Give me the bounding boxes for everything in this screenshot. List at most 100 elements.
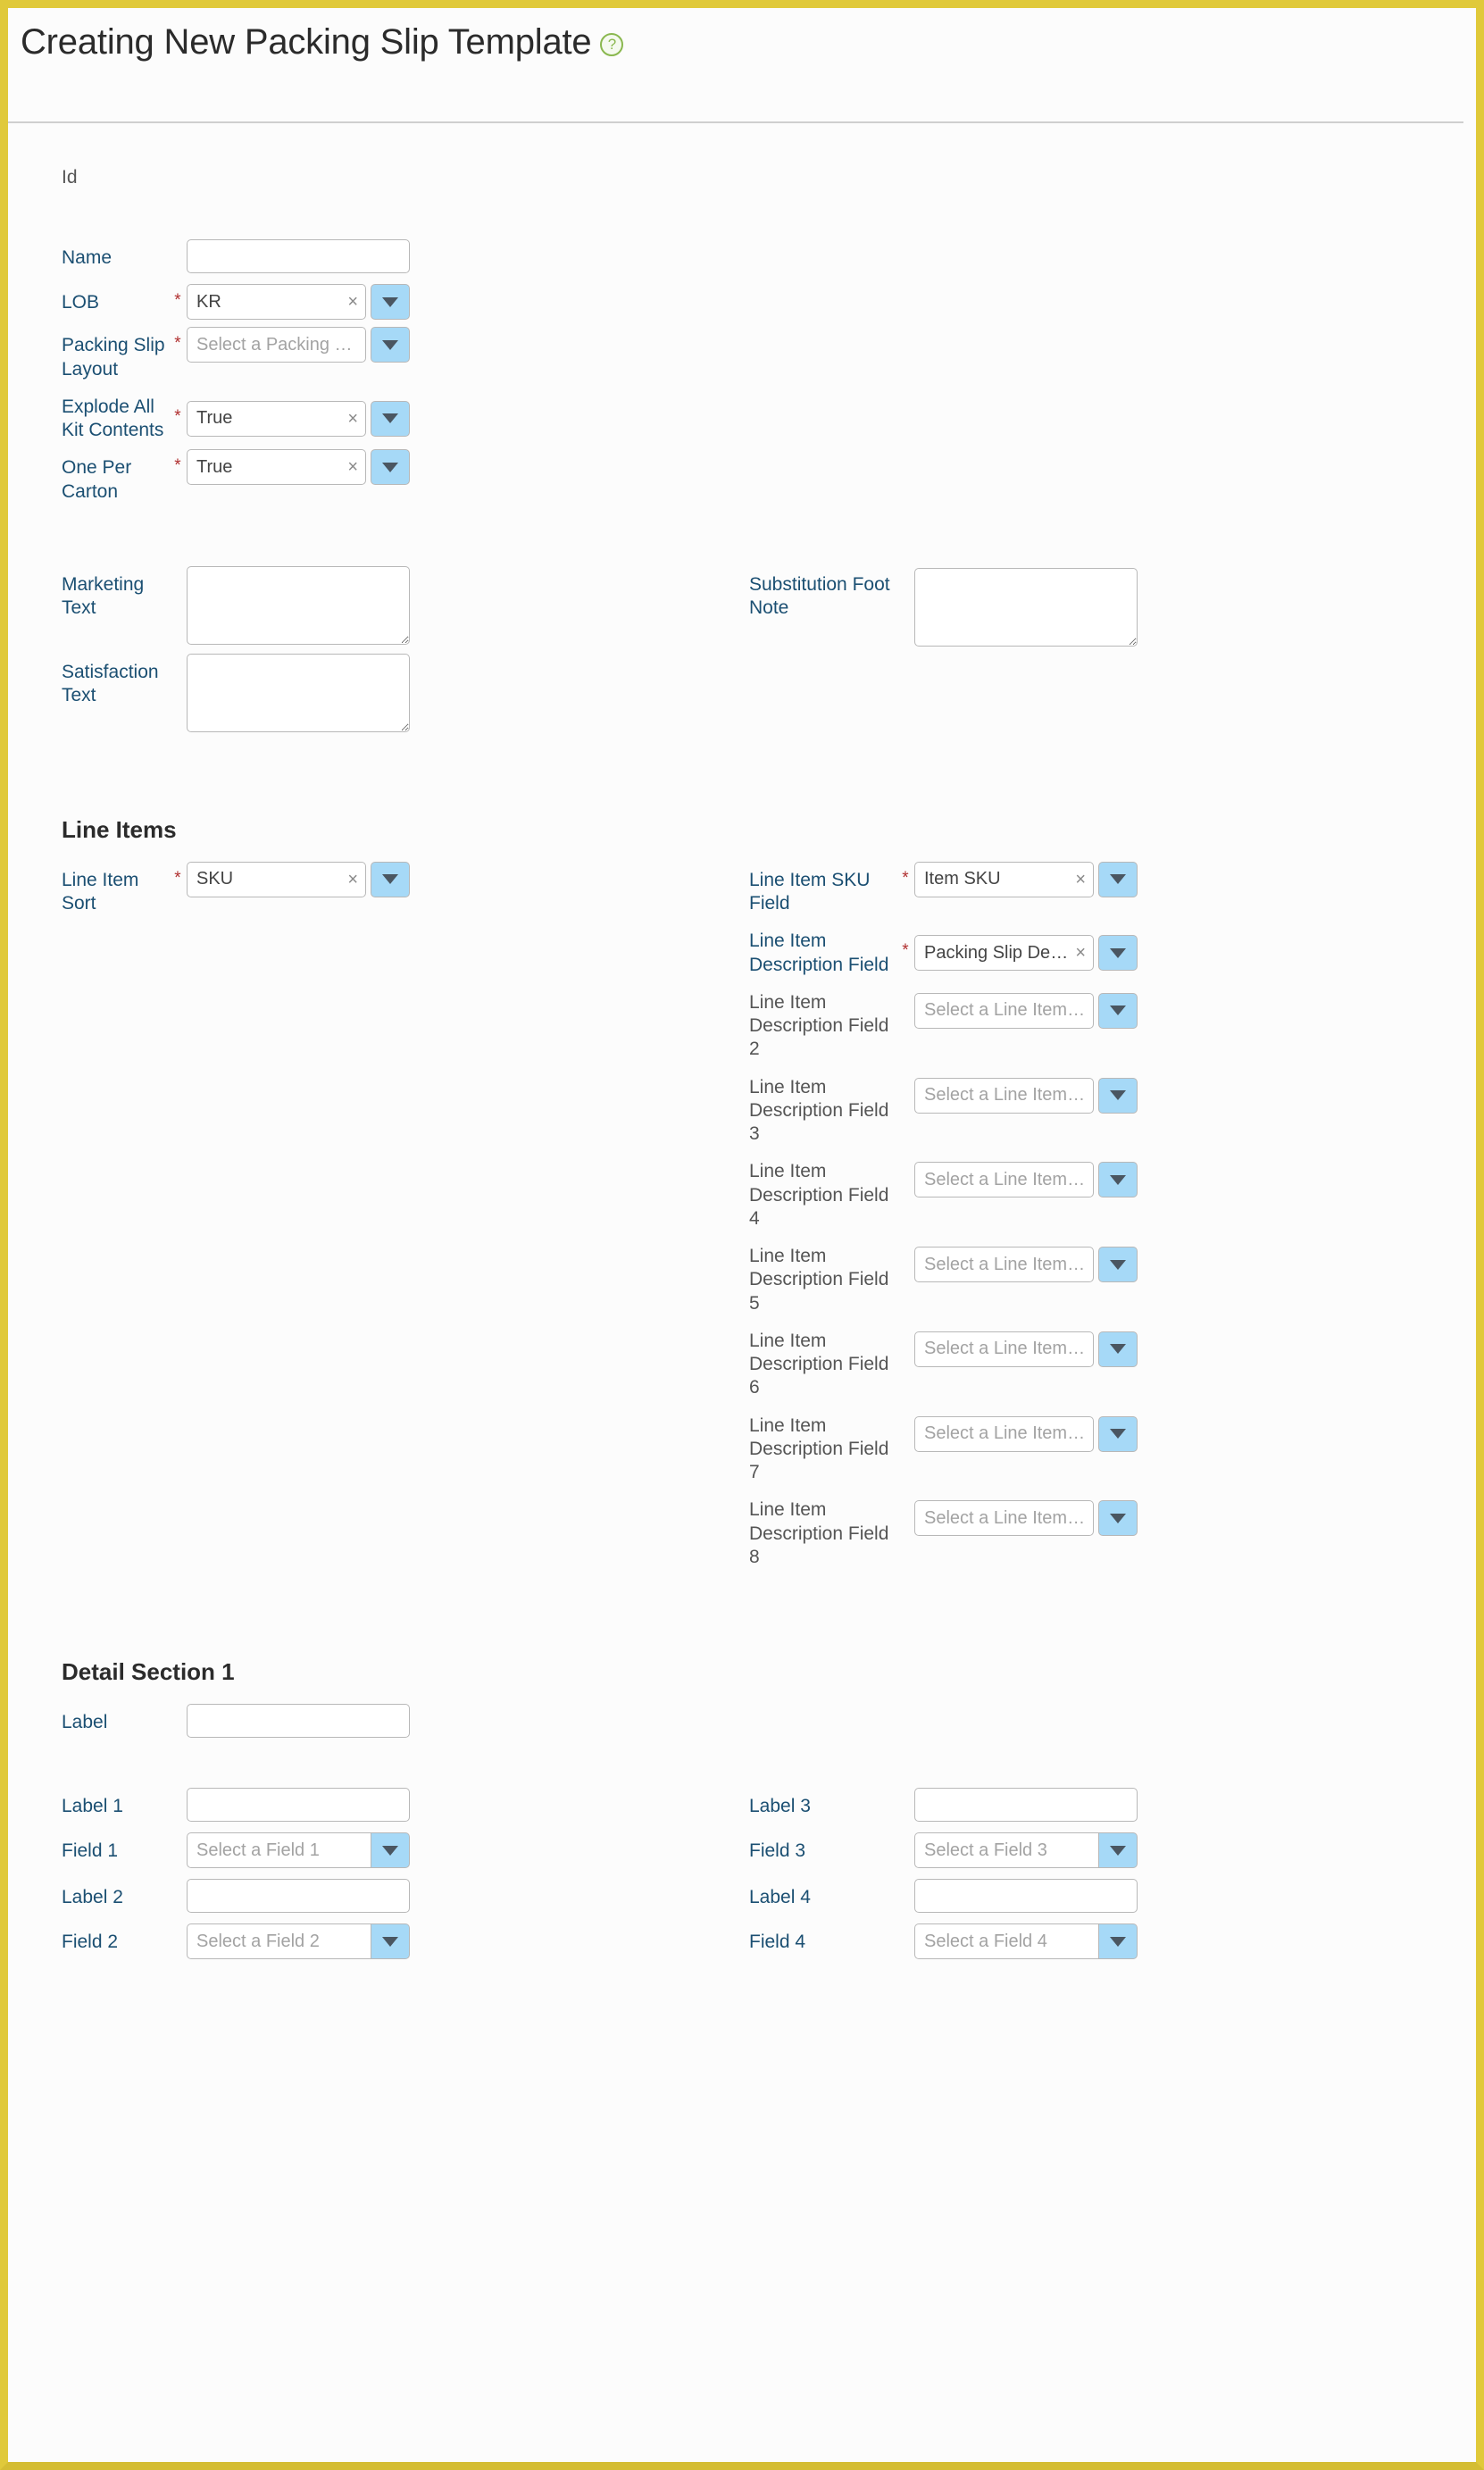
satisfaction-text-textarea[interactable] [187, 653, 410, 732]
required-star-name: * [169, 239, 187, 264]
detail-label-2-input[interactable] [187, 1879, 410, 1913]
page-header: Creating New Packing Slip Template ? [8, 8, 1463, 123]
line-item-description-field-5-dropdown-field[interactable]: Select a Line Item Descriptio... [914, 1247, 1094, 1282]
line-item-sku-field-dropdown[interactable]: Item SKU × [914, 861, 1138, 897]
detail-field-4-dropdown-field[interactable]: Select a Field 4 [914, 1923, 1098, 1959]
explode-all-kit-contents-dropdown[interactable]: True × [187, 400, 410, 437]
chevron-down-icon[interactable] [1098, 1162, 1138, 1198]
help-circle-icon[interactable]: ? [600, 33, 624, 56]
line-item-description-field-6-dropdown[interactable]: Select a Line Item Descriptio... [914, 1331, 1138, 1367]
chevron-down-icon[interactable] [371, 400, 410, 437]
field-row-explode-all-kit-contents: Explode All Kit Contents * True × [26, 388, 1458, 443]
line-item-description-field-3-dropdown-field[interactable]: Select a Line Item Descriptio... [914, 1077, 1094, 1114]
chevron-down-icon[interactable] [371, 861, 410, 897]
clear-icon[interactable]: × [342, 871, 358, 889]
clear-icon[interactable]: × [342, 410, 358, 428]
substitution-foot-note-textarea[interactable] [914, 567, 1138, 647]
chevron-down-icon[interactable] [1098, 1077, 1138, 1114]
line-item-description-field-7-dropdown-field[interactable]: Select a Line Item Descriptio... [914, 1415, 1094, 1452]
label-one-per-carton: One Per Carton [62, 457, 132, 502]
chevron-down-icon[interactable] [1098, 861, 1138, 897]
label-detail-field-2: Field 2 [62, 1932, 119, 1952]
detail-label-4-input[interactable] [914, 1879, 1138, 1913]
label-line-item-description-field-4: Line Item Description Field 4 [749, 1161, 889, 1229]
line-item-sort-dropdown[interactable]: SKU × [187, 861, 410, 897]
lob-dropdown[interactable]: KR × [187, 284, 410, 321]
detail-field-3-dropdown-value: Select a Field 3 [924, 1840, 1047, 1860]
detail-field-4-dropdown[interactable]: Select a Field 4 [914, 1923, 1138, 1959]
detail-field-1-dropdown-field[interactable]: Select a Field 1 [187, 1832, 371, 1868]
line-item-description-field-8-dropdown-field[interactable]: Select a Line Item Descriptio... [914, 1500, 1094, 1537]
detail-field-1-dropdown[interactable]: Select a Field 1 [187, 1832, 410, 1868]
line-item-sku-field-dropdown-field[interactable]: Item SKU × [914, 861, 1094, 897]
required-star-marketing-text: * [169, 566, 187, 591]
detail-field-2-dropdown[interactable]: Select a Field 2 [187, 1923, 410, 1959]
packing-slip-layout-dropdown[interactable]: Select a Packing Slip Layout [187, 327, 410, 363]
required-star-line-item-description-field-8: * [896, 1491, 914, 1516]
detail-label-1-input[interactable] [187, 1788, 410, 1822]
one-per-carton-dropdown-field[interactable]: True × [187, 449, 366, 486]
line-item-description-field-2-dropdown[interactable]: Select a Line Item Descriptio... [914, 992, 1138, 1029]
field-row-line-item-description-field-6: Line Item Description Field 6 * Select a… [26, 1323, 1458, 1400]
line-item-description-field-4-dropdown[interactable]: Select a Line Item Descriptio... [914, 1162, 1138, 1198]
line-item-description-field-4-dropdown-field[interactable]: Select a Line Item Descriptio... [914, 1162, 1094, 1198]
marketing-text-textarea[interactable] [187, 565, 410, 645]
detail-label-input[interactable] [187, 1704, 410, 1738]
line-item-description-field-1-dropdown[interactable]: Packing Slip Description × [914, 935, 1138, 972]
chevron-down-icon[interactable] [1098, 1500, 1138, 1537]
chevron-down-icon[interactable] [1098, 1331, 1138, 1367]
chevron-down-icon[interactable] [371, 284, 410, 321]
label-detail-field-1: Field 1 [62, 1840, 119, 1861]
field-row-line-item-description-field-3: Line Item Description Field 3 * Select a… [26, 1069, 1458, 1147]
required-star-line-item-description-field-5: * [896, 1238, 914, 1263]
required-star-detail-label-4: * [896, 1879, 914, 1904]
one-per-carton-dropdown[interactable]: True × [187, 449, 410, 486]
clear-icon[interactable]: × [342, 458, 358, 476]
chevron-down-icon[interactable] [371, 1832, 410, 1868]
page-title: Creating New Packing Slip Template [21, 22, 592, 62]
line-item-description-field-3-dropdown[interactable]: Select a Line Item Descriptio... [914, 1077, 1138, 1114]
label-detail-label-2: Label 2 [62, 1887, 123, 1907]
field-row-line-item-description-field-8: Line Item Description Field 8 * Select a… [26, 1491, 1458, 1569]
field-row-name: Name * [26, 239, 1458, 274]
explode-all-kit-contents-dropdown-field[interactable]: True × [187, 400, 366, 437]
chevron-down-icon[interactable] [1098, 1832, 1138, 1868]
chevron-down-icon[interactable] [1098, 935, 1138, 972]
required-star-satisfaction-text: * [169, 654, 187, 679]
clear-icon[interactable]: × [1070, 871, 1086, 889]
clear-icon[interactable]: × [1070, 944, 1086, 962]
chevron-down-icon[interactable] [1098, 1247, 1138, 1282]
detail-field-2-dropdown-field[interactable]: Select a Field 2 [187, 1923, 371, 1959]
chevron-down-icon[interactable] [1098, 1923, 1138, 1959]
clear-icon[interactable]: × [342, 293, 358, 311]
line-item-description-field-8-dropdown[interactable]: Select a Line Item Descriptio... [914, 1500, 1138, 1537]
line-item-description-field-1-dropdown-field[interactable]: Packing Slip Description × [914, 935, 1094, 972]
chevron-down-icon[interactable] [371, 327, 410, 363]
line-item-description-field-5-dropdown[interactable]: Select a Line Item Descriptio... [914, 1247, 1138, 1282]
field-row-packing-slip-layout: Packing Slip Layout * Select a Packing S… [26, 327, 1458, 381]
label-detail-label-1: Label 1 [62, 1796, 123, 1816]
label-packing-slip-layout: Packing Slip Layout [62, 335, 165, 380]
label-lob: LOB [62, 292, 100, 313]
chevron-down-icon[interactable] [1098, 992, 1138, 1029]
line-item-sort-dropdown-value: SKU [196, 869, 234, 889]
chevron-down-icon[interactable] [1098, 1415, 1138, 1452]
page-title-row: Creating New Packing Slip Template ? [21, 24, 1463, 60]
packing-slip-layout-dropdown-field[interactable]: Select a Packing Slip Layout [187, 327, 366, 363]
field-row-line-item-sort: Line Item Sort * SKU × Line Item SKU Fie… [26, 861, 1458, 916]
detail-label-3-input[interactable] [914, 1788, 1138, 1822]
name-input[interactable] [187, 239, 410, 274]
line-item-description-field-7-dropdown[interactable]: Select a Line Item Descriptio... [914, 1415, 1138, 1452]
detail-field-3-dropdown-field[interactable]: Select a Field 3 [914, 1832, 1098, 1868]
required-star-line-item-sku-field: * [902, 868, 909, 888]
line-item-description-field-6-dropdown-field[interactable]: Select a Line Item Descriptio... [914, 1331, 1094, 1367]
line-item-sort-dropdown-field[interactable]: SKU × [187, 861, 366, 897]
required-star-line-item-description-field-7: * [896, 1407, 914, 1432]
detail-field-3-dropdown[interactable]: Select a Field 3 [914, 1832, 1138, 1868]
detail-field-2-dropdown-value: Select a Field 2 [196, 1931, 320, 1951]
line-item-description-field-2-dropdown-field[interactable]: Select a Line Item Descriptio... [914, 992, 1094, 1029]
chevron-down-icon[interactable] [371, 449, 410, 486]
lob-dropdown-field[interactable]: KR × [187, 284, 366, 321]
chevron-down-icon[interactable] [371, 1923, 410, 1959]
line-item-description-field-3-dropdown-value: Select a Line Item Descriptio... [924, 1085, 1086, 1105]
